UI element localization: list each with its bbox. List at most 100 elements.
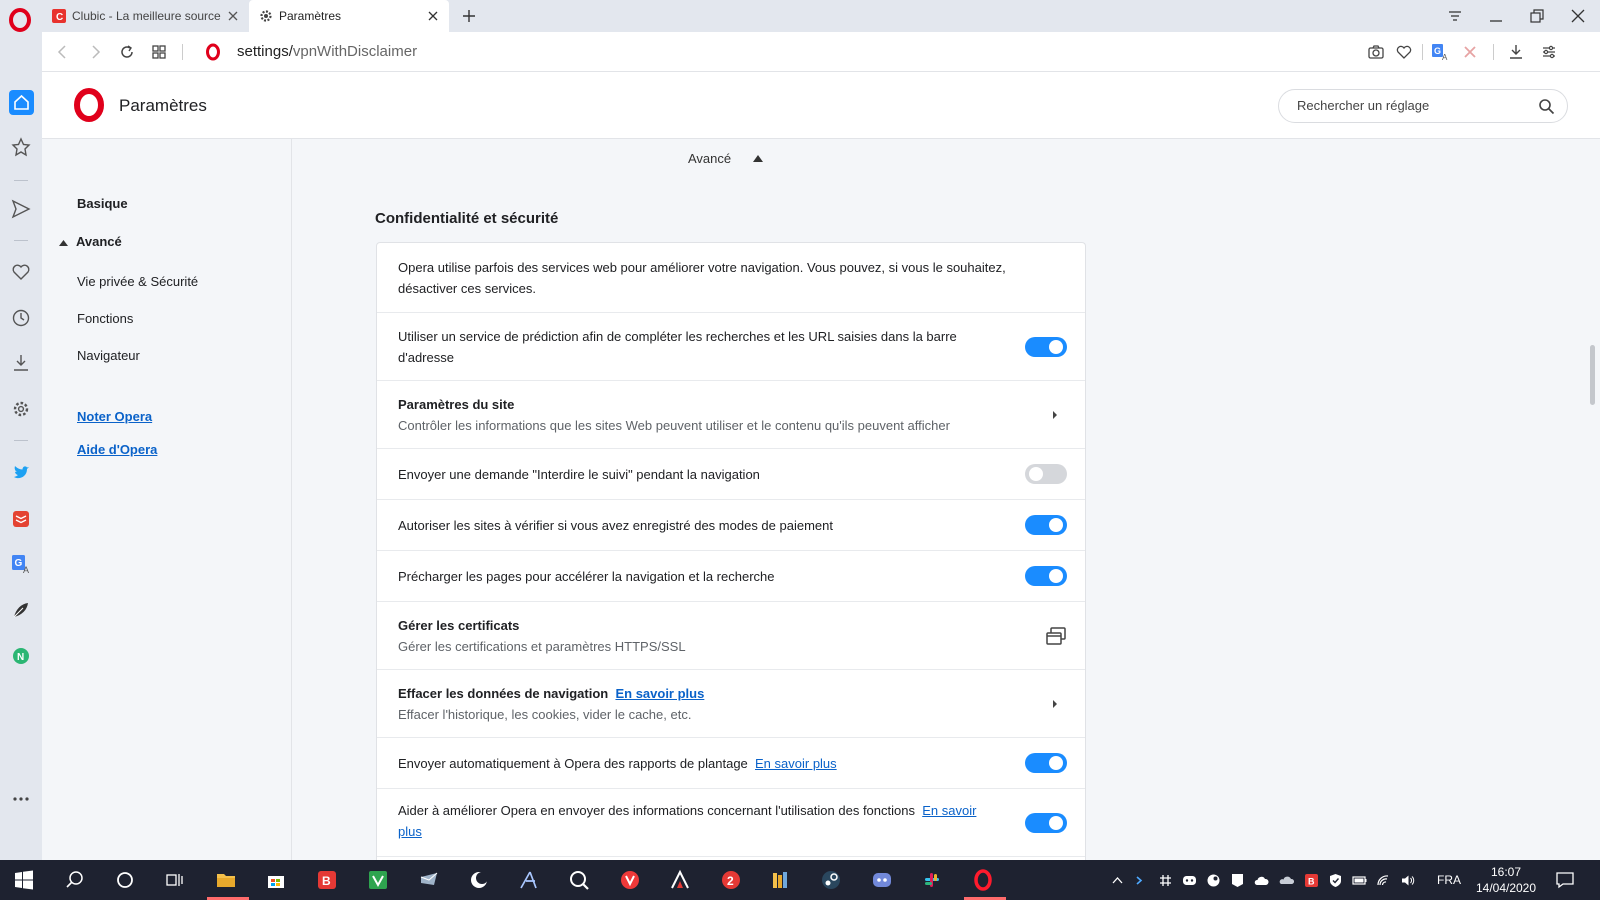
onedrive-icon[interactable] (1279, 873, 1294, 888)
task-view-icon[interactable] (164, 869, 186, 891)
minimize-icon[interactable] (1486, 6, 1506, 26)
brave-icon[interactable]: B (316, 869, 338, 891)
magnifier-app-icon[interactable] (568, 869, 590, 891)
nav-basique[interactable]: Basique (77, 196, 128, 211)
wifi-icon[interactable] (1376, 873, 1391, 888)
payment-methods-toggle[interactable] (1025, 515, 1067, 535)
vivaldi-icon[interactable] (619, 869, 641, 891)
close-window-icon[interactable] (1568, 6, 1588, 26)
usage-stats-toggle[interactable] (1025, 813, 1067, 833)
history-icon[interactable] (10, 307, 32, 329)
opera-logo-icon[interactable] (8, 8, 32, 32)
chevron-right-icon[interactable] (1051, 410, 1059, 420)
opera-security-icon[interactable] (204, 43, 222, 61)
security-shield-icon[interactable] (1328, 873, 1343, 888)
close-tab-icon[interactable] (227, 10, 239, 22)
setting-row-prediction[interactable]: Utiliser un service de prédiction afin d… (377, 313, 1085, 381)
tab-menu-icon[interactable] (1445, 6, 1465, 26)
setting-row-usage-stats[interactable]: Aider à améliorer Opera en envoyer des i… (377, 789, 1085, 857)
open-external-icon[interactable] (1045, 626, 1067, 646)
cortana-icon[interactable] (114, 869, 136, 891)
settings-search[interactable] (1278, 89, 1568, 123)
bookmarks-icon[interactable] (10, 136, 32, 158)
library-icon[interactable] (770, 869, 792, 891)
tab-parametres[interactable]: Paramètres (249, 0, 449, 32)
downloads-icon[interactable] (10, 352, 32, 374)
opera-help-link[interactable]: Aide d'Opera (77, 442, 157, 457)
input-language[interactable]: FRA (1437, 873, 1461, 887)
more-options-icon[interactable] (10, 788, 32, 810)
todoist-icon[interactable] (10, 508, 32, 530)
caret-up-icon[interactable] (753, 155, 763, 162)
battery-icon[interactable] (1352, 873, 1367, 888)
terminal-tray-icon[interactable] (1134, 873, 1149, 888)
setting-row-clear-data[interactable]: Effacer les données de navigation En sav… (377, 670, 1085, 738)
prediction-toggle[interactable] (1025, 337, 1067, 357)
feather-icon[interactable] (10, 599, 32, 621)
nav-vie-privee[interactable]: Vie privée & Sécurité (77, 274, 198, 289)
back-icon[interactable] (54, 43, 72, 61)
close-tab-icon[interactable] (427, 10, 439, 22)
new-tab-icon[interactable] (460, 7, 478, 25)
send-icon[interactable] (10, 198, 32, 220)
bitdefender-tray-icon[interactable]: B (1304, 873, 1319, 888)
search-icon[interactable] (1538, 98, 1555, 115)
discord-tray-icon[interactable] (1182, 873, 1197, 888)
moon-app-icon[interactable] (468, 869, 490, 891)
autodesk-icon[interactable] (669, 869, 691, 891)
windows-start-icon[interactable] (14, 870, 34, 890)
setting-row-preload[interactable]: Précharger les pages pour accélérer la n… (377, 551, 1085, 602)
scrollbar[interactable] (1590, 345, 1595, 405)
caret-up-icon[interactable] (59, 240, 68, 246)
easy-setup-icon[interactable] (1540, 43, 1558, 61)
camera-icon[interactable] (1367, 43, 1385, 61)
app-2-icon[interactable]: 2 (720, 869, 742, 891)
slack-icon[interactable] (921, 869, 943, 891)
tab-clubic[interactable]: C Clubic - La meilleure source (42, 0, 249, 32)
speed-dial-button[interactable] (9, 90, 34, 115)
blocked-extension-icon[interactable] (1461, 43, 1479, 61)
setting-row-payment-methods[interactable]: Autoriser les sites à vérifier si vous a… (377, 500, 1085, 551)
volume-icon[interactable] (1400, 873, 1415, 888)
download-icon[interactable] (1507, 43, 1525, 61)
slack-tray-icon[interactable] (1158, 873, 1173, 888)
mail-app-icon[interactable] (418, 869, 440, 891)
learn-more-link[interactable]: En savoir plus (755, 756, 837, 771)
chevron-right-icon[interactable] (1051, 699, 1059, 709)
file-explorer-icon[interactable] (215, 869, 237, 891)
heart-icon[interactable] (10, 261, 32, 283)
opera-icon[interactable] (972, 869, 994, 891)
search-icon[interactable] (64, 869, 86, 891)
search-input[interactable] (1297, 98, 1527, 113)
learn-more-link[interactable]: En savoir plus (615, 686, 704, 701)
notification-center-icon[interactable] (1555, 871, 1575, 889)
vivaldi-app-icon[interactable] (367, 869, 389, 891)
do-not-track-toggle[interactable] (1025, 464, 1067, 484)
setting-row-do-not-track[interactable]: Envoyer une demande "Interdire le suivi"… (377, 449, 1085, 500)
epic-games-tray-icon[interactable] (1230, 873, 1245, 888)
nav-avance[interactable]: Avancé (76, 234, 122, 249)
rate-opera-link[interactable]: Noter Opera (77, 409, 152, 424)
discord-icon[interactable] (871, 869, 893, 891)
twitter-icon[interactable] (10, 462, 32, 484)
cloud-upload-icon[interactable] (1254, 873, 1269, 888)
nav-navigateur[interactable]: Navigateur (77, 348, 140, 363)
forward-icon[interactable] (86, 43, 104, 61)
extension-n-icon[interactable]: N (10, 645, 32, 667)
steam-tray-icon[interactable] (1206, 873, 1221, 888)
setting-row-certificates[interactable]: Gérer les certificats Gérer les certific… (377, 602, 1085, 670)
translate-icon[interactable]: GA (10, 553, 32, 575)
url-field[interactable]: settings/vpnWithDisclaimer (237, 43, 417, 60)
steam-icon[interactable] (820, 869, 842, 891)
system-clock[interactable]: 16:07 14/04/2020 (1470, 864, 1542, 896)
restore-icon[interactable] (1527, 6, 1547, 26)
nav-fonctions[interactable]: Fonctions (77, 311, 133, 326)
reload-icon[interactable] (118, 43, 136, 61)
heart-icon[interactable] (1395, 43, 1413, 61)
affinity-icon[interactable] (518, 869, 540, 891)
translate-extension-icon[interactable]: GA (1431, 43, 1449, 61)
advanced-toggle-label[interactable]: Avancé (688, 151, 731, 166)
tabs-grid-icon[interactable] (150, 43, 168, 61)
settings-gear-icon[interactable] (10, 398, 32, 420)
crash-reports-toggle[interactable] (1025, 753, 1067, 773)
